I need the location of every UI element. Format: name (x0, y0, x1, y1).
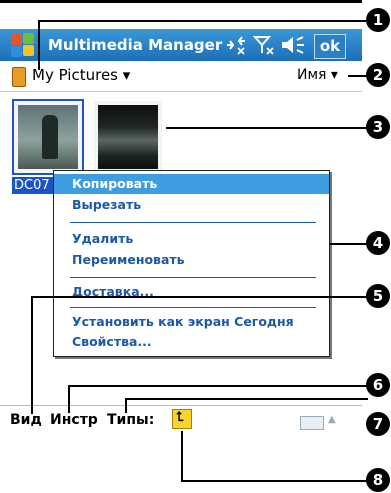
folder-icon (12, 67, 26, 87)
callout-3: 3 (366, 115, 390, 139)
menu-separator (70, 222, 316, 223)
callout-line-8 (181, 480, 368, 482)
callout-line-1 (38, 20, 368, 22)
thumbnail-selected[interactable] (12, 99, 84, 175)
ok-button[interactable]: ok (314, 34, 346, 59)
callout-line-7 (125, 398, 368, 400)
windows-start-icon[interactable] (10, 32, 36, 58)
menu-separator (70, 307, 316, 308)
up-arrow-icon: ⮤ (176, 410, 184, 425)
callout-line-2 (348, 75, 368, 77)
callout-line-7-drop (125, 398, 127, 413)
menu-tools[interactable]: Инстр (50, 412, 98, 428)
volume-icon[interactable] (280, 34, 306, 56)
menu-item-send[interactable]: Доставка... (54, 282, 329, 302)
up-folder-button[interactable]: ⮤ (172, 409, 192, 429)
top-border (0, 0, 362, 3)
callout-line-6 (68, 385, 368, 387)
thumbnail-label[interactable]: DC07 (12, 177, 54, 194)
menu-view[interactable]: Вид (10, 412, 42, 428)
menu-item-copy[interactable]: Копировать (54, 174, 329, 194)
menu-separator (70, 277, 316, 278)
callout-5: 5 (366, 284, 390, 308)
callout-2: 2 (366, 63, 390, 87)
keyboard-icon[interactable] (300, 416, 324, 430)
sort-dropdown[interactable]: Имя ▾ (297, 67, 338, 83)
menu-item-rename[interactable]: Переименовать (54, 250, 329, 270)
callout-6: 6 (366, 373, 390, 397)
photo-thumbnail (18, 105, 78, 169)
callout-line-6-drop (68, 385, 70, 413)
menu-types[interactable]: Типы: (107, 412, 154, 428)
callout-8: 8 (366, 468, 390, 492)
callout-7: 7 (366, 412, 390, 436)
menu-item-properties[interactable]: Свойства... (54, 332, 329, 352)
app-title: Multimedia Manager (48, 36, 223, 54)
callout-line-3 (166, 127, 368, 129)
photo-thumbnail (98, 105, 158, 169)
folder-dropdown[interactable]: My Pictures ▾ (32, 66, 130, 84)
callout-line-8-drop (181, 431, 183, 481)
chevron-up-icon[interactable]: ▲ (328, 414, 336, 425)
menu-item-delete[interactable]: Удалить (54, 229, 329, 249)
callout-1: 1 (366, 8, 390, 32)
connectivity-icon[interactable] (224, 35, 248, 55)
callout-line-5 (31, 296, 368, 298)
menu-item-cut[interactable]: Вырезать (54, 195, 329, 215)
context-menu: Копировать Вырезать Удалить Переименоват… (53, 170, 330, 357)
menu-item-set-today[interactable]: Установить как экран Сегодня (54, 312, 329, 332)
callout-4: 4 (366, 231, 390, 255)
callout-line-1-drop (38, 20, 40, 70)
title-bar: Multimedia Manager ok (0, 29, 362, 61)
callout-line-5-drop (31, 296, 33, 414)
folder-header: My Pictures ▾ Имя ▾ (0, 61, 362, 92)
signal-icon[interactable] (252, 34, 276, 56)
callout-line-4 (330, 243, 368, 245)
device-screen: Multimedia Manager ok My Pictures ▾ Имя … (0, 0, 362, 493)
thumbnail[interactable] (94, 101, 162, 173)
